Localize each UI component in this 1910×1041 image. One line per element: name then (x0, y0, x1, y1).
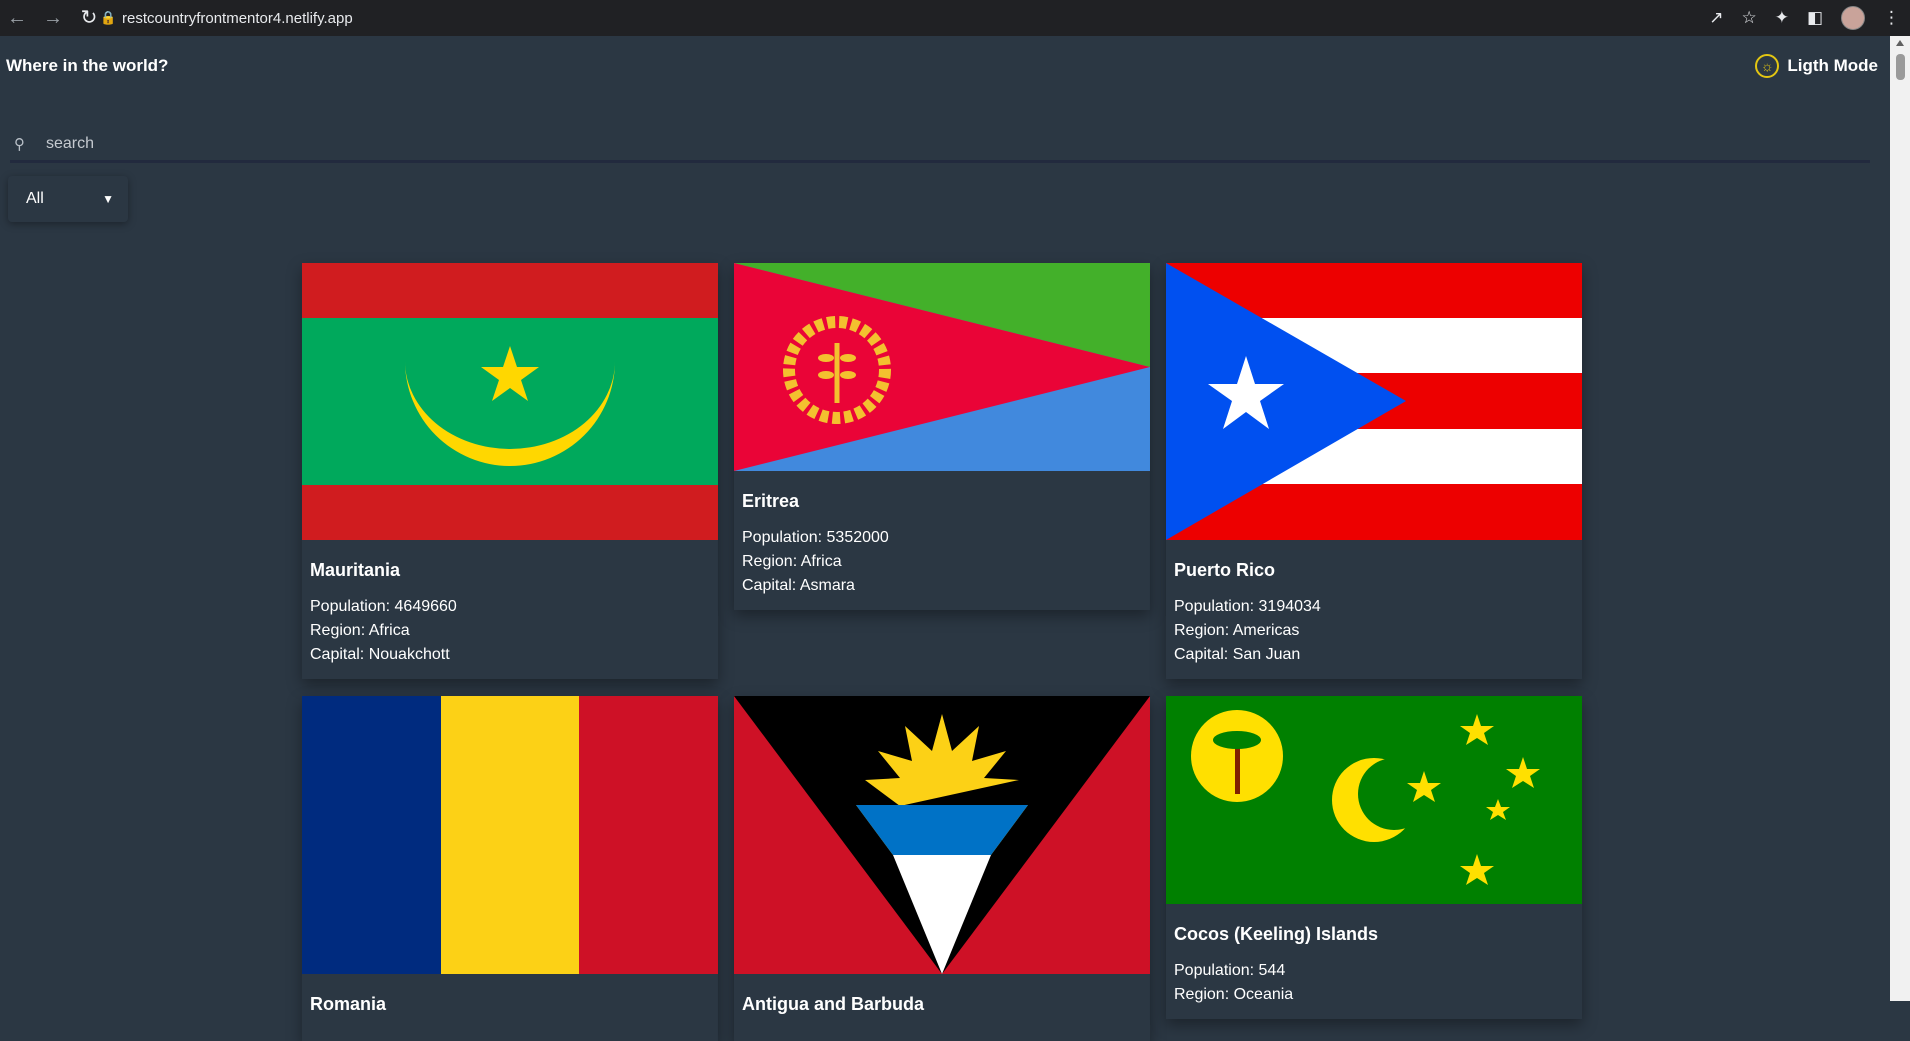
region-label: Region: (742, 553, 798, 570)
country-name: Antigua and Barbuda (742, 994, 925, 1014)
region-filter[interactable]: All ▼ (8, 176, 128, 222)
region-value: Africa (800, 553, 842, 570)
browser-actions: ↗ ☆ ✦ ◧ ⋮ (1709, 0, 1900, 36)
country-name: Mauritania (310, 560, 401, 580)
flag-image (302, 696, 718, 974)
population-value: 544 (1258, 962, 1286, 979)
capital-row: Capital: Asmara (742, 574, 1142, 598)
address-bar[interactable]: 🔒 restcountryfrontmentor4.netlify.app (100, 4, 1700, 32)
card-info: Eritrea Population: 5352000 Region: Afri… (734, 471, 1150, 610)
avatar[interactable] (1841, 6, 1865, 30)
population-label: Population: (310, 598, 391, 615)
chevron-down-icon: ▼ (102, 192, 114, 206)
capital-value: San Juan (1232, 646, 1301, 663)
capital-value: Nouakchott (368, 646, 450, 663)
sidepanel-icon[interactable]: ◧ (1807, 8, 1823, 28)
nav-buttons: ← → ↻ (0, 0, 100, 36)
population-row: Population: 3194034 (1174, 595, 1574, 619)
theme-toggle-label: Ligth Mode (1787, 56, 1878, 75)
country-name: Romania (310, 994, 387, 1014)
population-label: Population: (1174, 962, 1255, 979)
card-info: Puerto Rico Population: 3194034 Region: … (1166, 540, 1582, 679)
sun-icon: ☼ (1755, 54, 1780, 78)
population-row: Population: 5352000 (742, 526, 1142, 550)
population-value: 3194034 (1258, 598, 1321, 615)
search-icon: ⚲ (14, 136, 25, 153)
population-row: Population: 544 (1174, 959, 1574, 983)
lock-icon: 🔒 (100, 10, 117, 25)
country-card[interactable]: Antigua and Barbuda (734, 696, 1150, 1041)
capital-label: Capital: (310, 646, 365, 663)
star-icon[interactable]: ☆ (1741, 8, 1756, 28)
country-card[interactable]: Eritrea Population: 5352000 Region: Afri… (734, 263, 1150, 610)
capital-row: Capital: San Juan (1174, 643, 1574, 667)
flag-image (302, 263, 718, 540)
menu-icon[interactable]: ⋮ (1883, 8, 1900, 28)
page-title: Where in the world? (6, 56, 169, 75)
region-value: Africa (368, 622, 410, 639)
card-info: Antigua and Barbuda (734, 974, 1150, 1041)
flag-image (734, 696, 1150, 974)
search-input[interactable] (44, 134, 1748, 154)
population-row: Population: 4649660 (310, 595, 710, 619)
flag-image (1166, 263, 1582, 540)
card-info: Mauritania Population: 4649660 Region: A… (302, 540, 718, 679)
capital-row: Capital: Nouakchott (310, 643, 710, 667)
region-row: Region: Americas (1174, 619, 1574, 643)
back-icon[interactable]: ← (6, 0, 28, 36)
population-label: Population: (742, 529, 823, 546)
population-value: 4649660 (394, 598, 457, 615)
country-name: Puerto Rico (1174, 560, 1276, 580)
country-card[interactable]: Romania (302, 696, 718, 1041)
country-name: Cocos (Keeling) Islands (1174, 924, 1379, 944)
forward-icon[interactable]: → (42, 0, 64, 36)
extensions-icon[interactable]: ✦ (1775, 8, 1789, 28)
country-name: Eritrea (742, 491, 800, 511)
card-info: Cocos (Keeling) Islands Population: 544 … (1166, 904, 1582, 1019)
flag-image (1166, 696, 1582, 904)
population-value: 5352000 (826, 529, 889, 546)
region-filter-value: All (26, 190, 44, 207)
theme-toggle[interactable]: ☼ Ligth Mode (1755, 54, 1878, 78)
population-label: Population: (1174, 598, 1255, 615)
region-row: Region: Oceania (1174, 983, 1574, 1007)
region-label: Region: (1174, 986, 1230, 1003)
region-value: Americas (1232, 622, 1300, 639)
app-header: Where in the world? ☼ Ligth Mode (0, 36, 1890, 96)
region-label: Region: (310, 622, 366, 639)
search-bar: ⚲ (10, 128, 1870, 163)
card-info: Romania (302, 974, 718, 1041)
capital-label: Capital: (1174, 646, 1229, 663)
url-text: restcountryfrontmentor4.netlify.app (122, 9, 353, 27)
capital-value: Asmara (799, 577, 855, 594)
reload-icon[interactable]: ↻ (78, 0, 100, 36)
region-row: Region: Africa (742, 550, 1142, 574)
country-card[interactable]: Cocos (Keeling) Islands Population: 544 … (1166, 696, 1582, 1019)
share-icon[interactable]: ↗ (1709, 8, 1723, 28)
page-scrollbar[interactable] (1890, 36, 1910, 1001)
country-card[interactable]: Mauritania Population: 4649660 Region: A… (302, 263, 718, 679)
scroll-up-icon[interactable] (1896, 40, 1904, 46)
region-label: Region: (1174, 622, 1230, 639)
capital-label: Capital: (742, 577, 797, 594)
scrollbar-thumb[interactable] (1896, 54, 1905, 80)
country-card[interactable]: Puerto Rico Population: 3194034 Region: … (1166, 263, 1582, 679)
region-row: Region: Africa (310, 619, 710, 643)
flag-image (734, 263, 1150, 471)
browser-toolbar: ← → ↻ 🔒 restcountryfrontmentor4.netlify.… (0, 0, 1910, 36)
region-value: Oceania (1233, 986, 1294, 1003)
